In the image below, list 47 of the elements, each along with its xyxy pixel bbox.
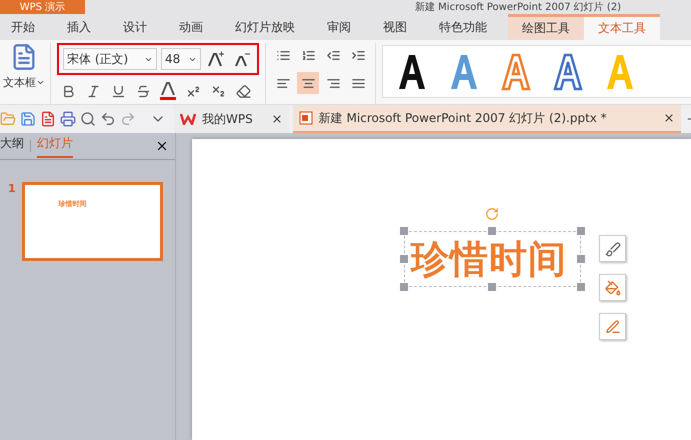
ribbon-tab[interactable]: 动画 [168,14,214,40]
ribbon-tab[interactable]: 视图 [372,14,418,40]
ribbon-tab[interactable]: 设计 [112,14,158,40]
resize-handle[interactable] [400,227,408,235]
resize-handle[interactable] [400,255,408,263]
rotate-handle-icon[interactable] [485,207,499,221]
document-tab[interactable]: 新建 Microsoft PowerPoint 2007 幻灯片 (2).pptx * [292,105,681,133]
pdf-icon[interactable] [40,111,56,127]
outline-button[interactable] [599,313,626,340]
align-button[interactable] [297,72,319,94]
fill-button[interactable] [599,274,626,301]
close-icon [662,112,675,124]
resize-handle[interactable] [488,227,496,235]
ribbon-tab[interactable]: 绘图工具 [508,14,584,40]
font-color-icon[interactable] [157,80,179,102]
resize-handle[interactable] [400,283,408,291]
ribbon-tab[interactable]: 插入 [56,14,102,40]
resize-handle[interactable] [577,283,585,291]
brush-icon [604,240,620,256]
presentation-file-icon [298,111,313,125]
ribbon-tab[interactable]: 审阅 [316,14,362,40]
paint-bucket-icon [604,280,620,296]
ribbon-tab[interactable]: 幻灯片放映 [224,14,306,40]
close-icon[interactable] [155,139,169,153]
window-title: 新建 Microsoft PowerPoint 2007 幻灯片 (2) [415,0,622,14]
slide-number: 1 [8,182,16,197]
resize-handle[interactable] [577,255,585,263]
resize-handle[interactable] [488,283,496,291]
ribbon-tab[interactable]: 特色功能 [428,14,498,40]
save-icon[interactable] [20,111,36,127]
text-style-icon[interactable] [397,52,427,90]
wps-logo-icon [180,113,196,125]
textbox-button[interactable]: 文本框 [0,43,48,90]
panel-tab[interactable]: 大纲 [0,134,24,158]
document-tab[interactable]: 我的WPS [174,105,289,133]
undo-icon[interactable] [100,111,116,127]
font-name-dropdown[interactable]: 宋体 (正文) [63,48,157,70]
resize-handle[interactable] [577,227,585,235]
ribbon-tab[interactable]: 开始 [0,14,46,40]
style-button[interactable] [599,235,626,262]
print-icon[interactable] [60,111,76,127]
pen-icon [604,318,620,334]
caret-icon [36,78,45,87]
close-icon [270,113,283,125]
print-preview-icon[interactable] [80,111,96,127]
font-size-dropdown[interactable]: 48 [161,48,201,70]
ribbon-tab[interactable]: 文本工具 [584,14,660,40]
